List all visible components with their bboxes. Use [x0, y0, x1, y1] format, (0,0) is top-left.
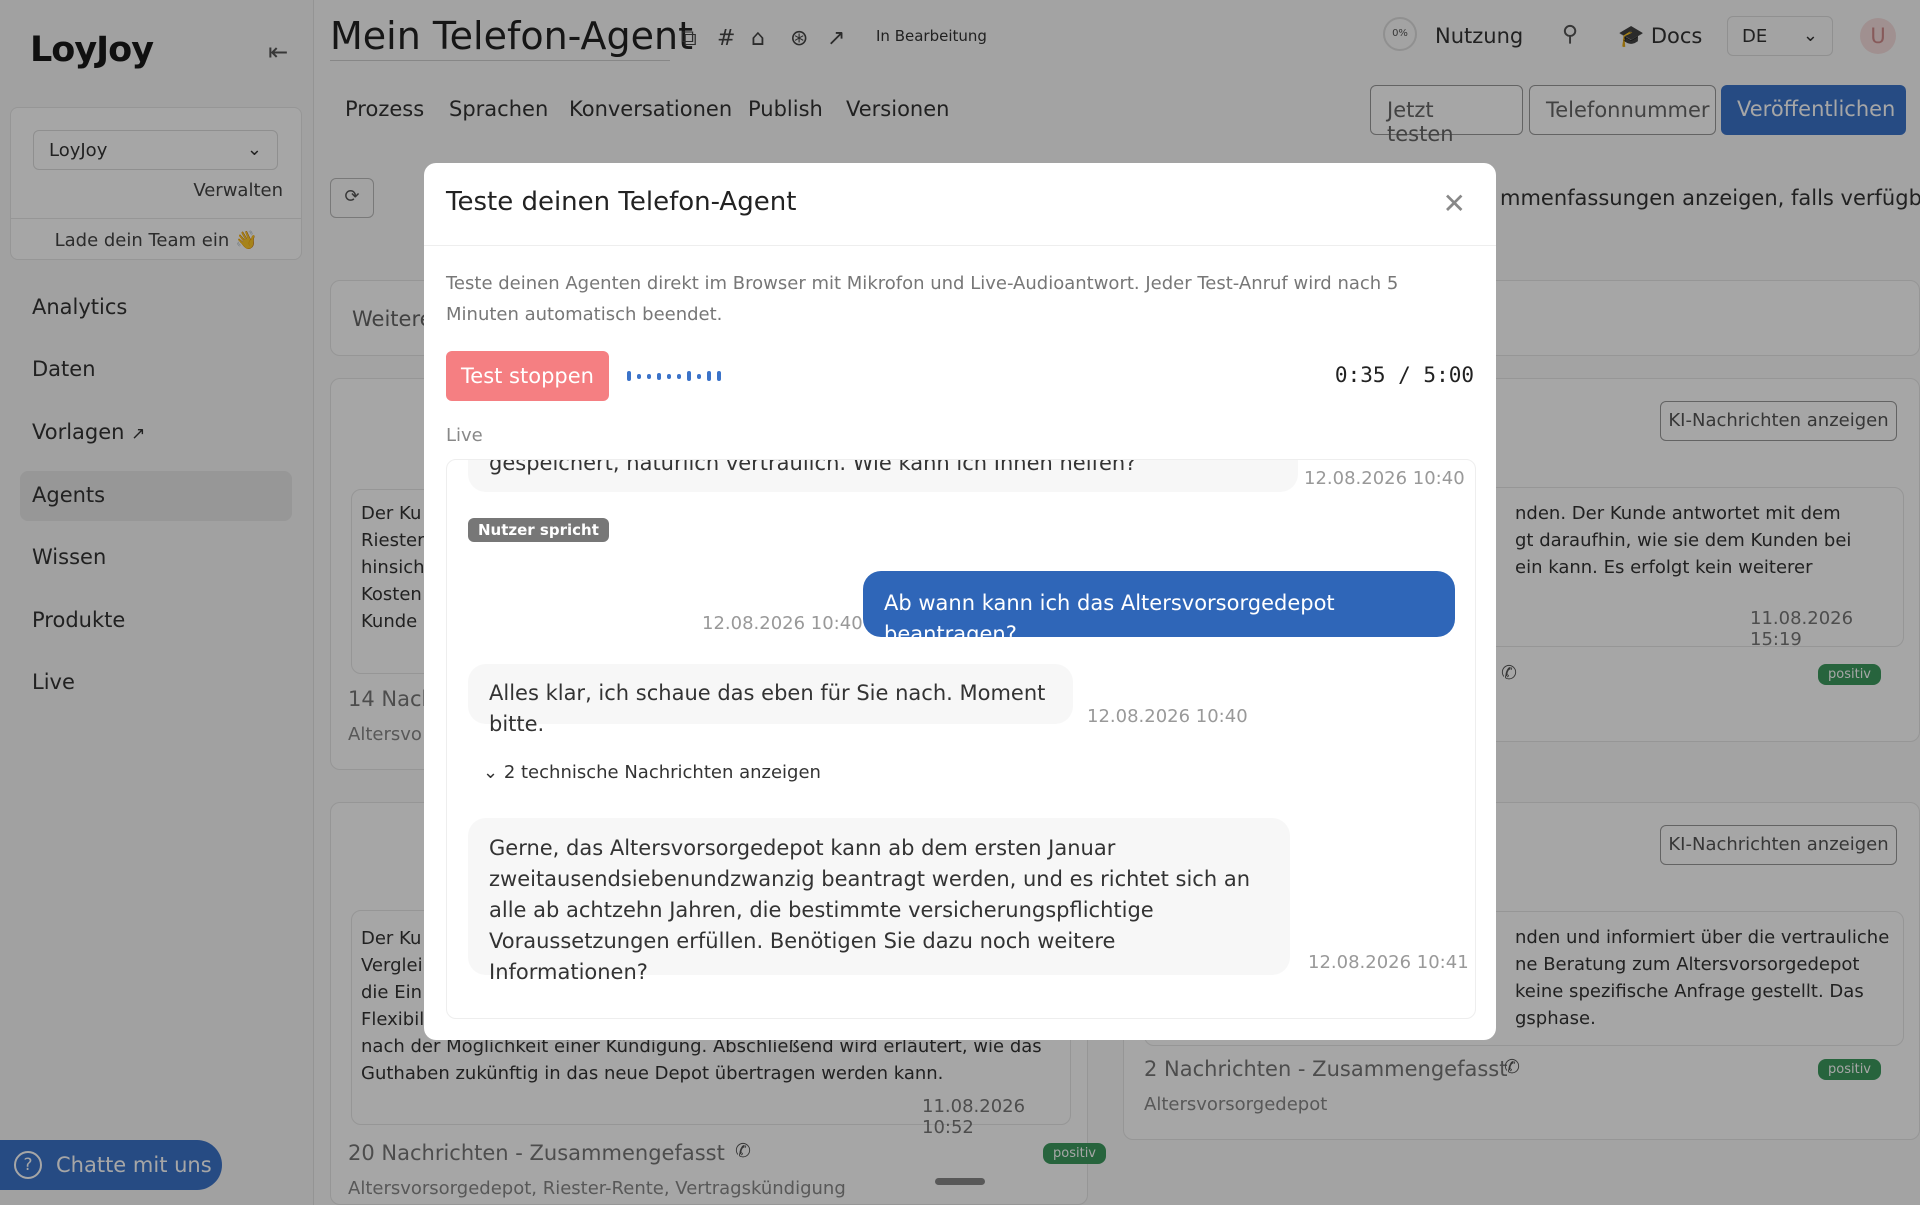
close-icon[interactable]: ✕: [1443, 187, 1466, 220]
live-label: Live: [446, 425, 483, 446]
timestamp: 12.08.2026 10:40: [1087, 706, 1248, 727]
modal-description: Teste deinen Agenten direkt im Browser m…: [446, 273, 1399, 325]
user-message: Ab wann kann ich das Altersvorsorgedepot…: [863, 571, 1455, 646]
chevron-down-icon: ⌄: [483, 762, 499, 783]
audio-wave-icon: [627, 371, 721, 381]
user-speaking-badge: Nutzer spricht: [468, 518, 609, 542]
technical-messages-toggle[interactable]: ⌄ 2 technische Nachrichten anzeigen: [483, 762, 821, 783]
timestamp: 12.08.2026 10:41: [1308, 952, 1469, 973]
timestamp: 12.08.2026 10:40: [1304, 468, 1465, 489]
technical-messages-label: 2 technische Nachrichten anzeigen: [503, 762, 821, 783]
call-timer: 0:35 / 5:00: [1334, 363, 1474, 387]
test-agent-modal: Teste deinen Telefon-Agent ✕ Teste deine…: [424, 163, 1496, 1040]
agent-message: gespeichert, natürlich vertraulich. Wie …: [468, 460, 1298, 492]
agent-message: Gerne, das Altersvorsorgedepot kann ab d…: [468, 818, 1290, 984]
agent-message: Alles klar, ich schaue das eben für Sie …: [468, 664, 1073, 736]
divider: [424, 245, 1496, 246]
stop-test-button[interactable]: Test stoppen: [446, 351, 609, 401]
modal-title: Teste deinen Telefon-Agent: [446, 187, 797, 217]
timestamp: 12.08.2026 10:40: [702, 613, 863, 634]
transcript[interactable]: gespeichert, natürlich vertraulich. Wie …: [446, 459, 1476, 1019]
